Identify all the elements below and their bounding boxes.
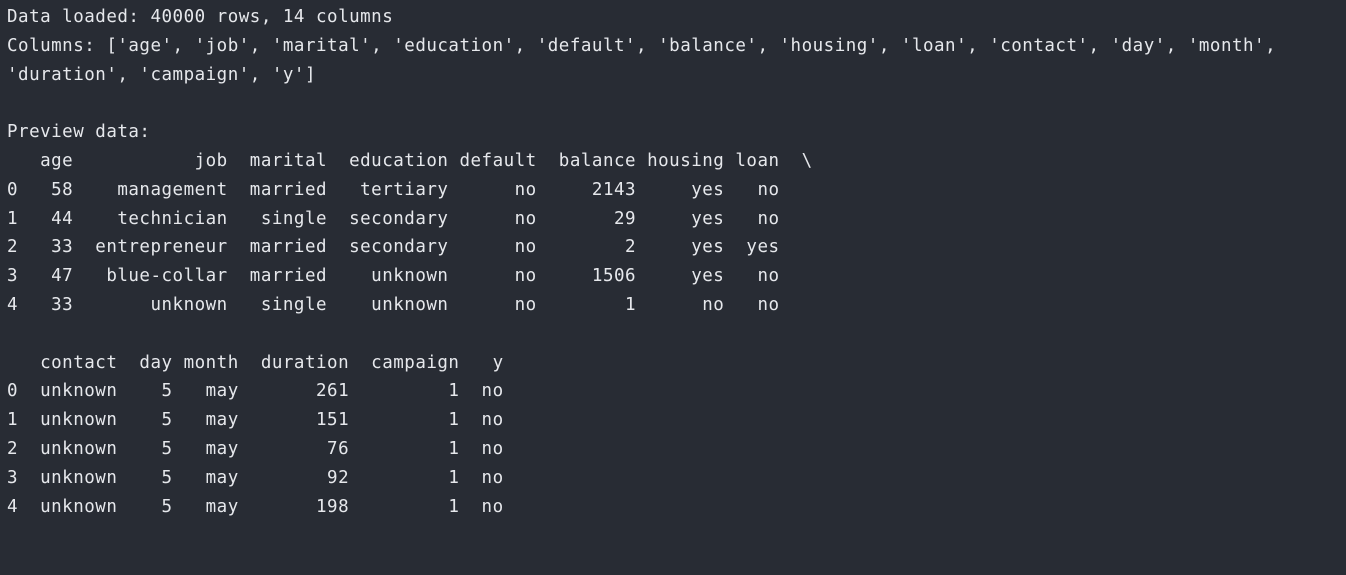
table-row: 0 unknown 5 may 261 1 no bbox=[7, 381, 504, 402]
table-header: age job marital education default balanc… bbox=[7, 150, 813, 171]
table-row: 3 47 blue-collar married unknown no 1506… bbox=[7, 266, 780, 287]
console-output: Data loaded: 40000 rows, 14 columns Colu… bbox=[0, 0, 1346, 575]
table-row: 1 44 technician single secondary no 29 y… bbox=[7, 208, 780, 229]
table-row: 4 unknown 5 may 198 1 no bbox=[7, 496, 504, 517]
columns-list-line-1: Columns: ['age', 'job', 'marital', 'educ… bbox=[7, 35, 1277, 56]
table-row: 1 unknown 5 may 151 1 no bbox=[7, 410, 504, 431]
table-row: 0 58 management married tertiary no 2143… bbox=[7, 179, 780, 200]
table-row: 2 unknown 5 may 76 1 no bbox=[7, 438, 504, 459]
preview-label: Preview data: bbox=[7, 122, 151, 143]
preview-table-part-2: contact day month duration campaign y 0 … bbox=[7, 349, 1346, 522]
table-row: 4 33 unknown single unknown no 1 no no bbox=[7, 294, 780, 315]
load-message: Data loaded: 40000 rows, 14 columns bbox=[7, 7, 394, 27]
table-row: 2 33 entrepreneur married secondary no 2… bbox=[7, 237, 780, 258]
preview-table-part-1: age job marital education default balanc… bbox=[7, 147, 1346, 320]
columns-list-line-2: 'duration', 'campaign', 'y'] bbox=[7, 64, 317, 85]
table-header: contact day month duration campaign y bbox=[7, 352, 504, 373]
table-row: 3 unknown 5 may 92 1 no bbox=[7, 467, 504, 488]
